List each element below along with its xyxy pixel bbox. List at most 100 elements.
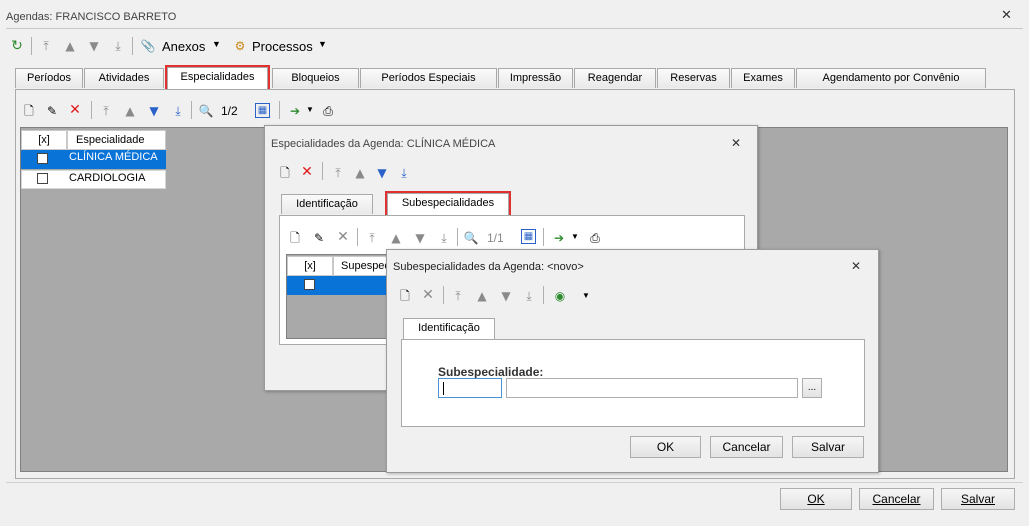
edit-icon[interactable]: ✎ [44, 103, 60, 119]
last-record-icon[interactable]: ⤓ [521, 288, 537, 304]
subespecialidade-description-input[interactable] [506, 378, 798, 398]
grid-header-check[interactable]: [x] [21, 130, 67, 150]
dialog-title: Especialidades da Agenda: CLÍNICA MÉDICA [271, 138, 496, 150]
dialog-cancel-button[interactable]: Cancelar [710, 436, 783, 458]
globe-icon[interactable]: ◉ [552, 288, 568, 304]
paperclip-icon: 📎 [140, 39, 156, 53]
chevron-down-icon[interactable]: ▼ [306, 105, 314, 114]
window-title: Agendas: FRANCISCO BARRETO [6, 11, 177, 23]
grid-header-especialidade[interactable]: Especialidade [67, 130, 166, 150]
tab-agendamento-convenio[interactable]: Agendamento por Convênio [796, 68, 986, 88]
tab-identificacao[interactable]: Identificação [403, 318, 495, 340]
next-record-icon[interactable]: ▼ [374, 165, 390, 181]
toolbar-separator [457, 228, 458, 246]
pager-label: 1/2 [221, 104, 238, 118]
toolbar-separator [31, 37, 32, 55]
last-record-icon[interactable]: ⤓ [436, 230, 452, 246]
toolbar-separator [543, 228, 544, 246]
row-checkbox[interactable] [37, 153, 48, 164]
close-icon[interactable]: ✕ [851, 259, 861, 273]
close-icon[interactable]: ✕ [1001, 8, 1012, 23]
close-icon[interactable]: ✕ [731, 136, 741, 150]
toolbar-separator [91, 101, 92, 119]
grid-header-subespecialidade[interactable]: Supespec [333, 256, 393, 276]
toolbar-separator [322, 162, 323, 180]
cancel-button[interactable]: Cancelar [859, 488, 934, 510]
next-record-icon[interactable]: ▼ [146, 103, 162, 119]
new-document-icon[interactable]: 🗋 [277, 165, 293, 181]
tab-periodos-especiais[interactable]: Períodos Especiais [360, 68, 497, 88]
toolbar-separator [191, 101, 192, 119]
row-especialidade: CARDIOLOGIA [69, 172, 146, 184]
next-record-icon[interactable]: ▼ [86, 38, 102, 54]
new-document-icon[interactable]: 🗋 [21, 103, 37, 119]
tab-impressao[interactable]: Impressão [498, 68, 573, 88]
first-record-icon[interactable]: ⤒ [364, 230, 380, 246]
last-record-icon[interactable]: ⤓ [110, 38, 126, 54]
previous-record-icon[interactable]: ▲ [388, 230, 404, 246]
toolbar-separator [357, 228, 358, 246]
first-record-icon[interactable]: ⤒ [38, 38, 54, 54]
previous-record-icon[interactable]: ▲ [352, 165, 368, 181]
tab-identificacao[interactable]: Identificação [281, 194, 373, 214]
export-arrow-icon[interactable]: ➔ [287, 103, 303, 119]
toolbar-separator [132, 37, 133, 55]
calendar-icon[interactable]: ▦ [255, 103, 270, 118]
toolbar-separator [279, 101, 280, 119]
browse-button[interactable]: ... [802, 378, 822, 398]
refresh-icon[interactable]: ↻ [9, 38, 25, 54]
grid-header-check[interactable]: [x] [287, 256, 333, 276]
chevron-down-icon[interactable]: ▼ [582, 291, 590, 300]
chevron-down-icon[interactable]: ▼ [571, 232, 579, 241]
row-especialidade: CLÍNICA MÉDICA [69, 151, 158, 163]
previous-record-icon[interactable]: ▲ [62, 38, 78, 54]
printer-icon[interactable]: ⎙ [587, 230, 603, 246]
chevron-down-icon[interactable]: ▼ [318, 39, 327, 49]
ok-button[interactable]: OK [780, 488, 852, 510]
first-record-icon[interactable]: ⤒ [98, 103, 114, 119]
tab-reservas[interactable]: Reservas [657, 68, 730, 88]
pager-label: 1/1 [487, 231, 504, 245]
dialog-title: Subespecialidades da Agenda: <novo> [393, 261, 584, 273]
new-document-icon[interactable]: 🗋 [397, 288, 413, 304]
delete-icon[interactable]: ✕ [335, 229, 351, 245]
row-checkbox[interactable] [37, 173, 48, 184]
first-record-icon[interactable]: ⤒ [330, 165, 346, 181]
next-record-icon[interactable]: ▼ [412, 230, 428, 246]
delete-icon[interactable]: ✕ [299, 164, 315, 180]
tab-periodos[interactable]: Períodos [15, 68, 83, 88]
binoculars-icon[interactable]: 🔍 [198, 103, 214, 119]
new-document-icon[interactable]: 🗋 [287, 230, 303, 246]
chevron-down-icon[interactable]: ▼ [212, 39, 221, 49]
dialog-ok-button[interactable]: OK [630, 436, 701, 458]
edit-icon[interactable]: ✎ [311, 230, 327, 246]
printer-icon[interactable]: ⎙ [320, 103, 336, 119]
previous-record-icon[interactable]: ▲ [474, 288, 490, 304]
toolbar-separator [443, 286, 444, 304]
tab-exames[interactable]: Exames [731, 68, 795, 88]
previous-record-icon[interactable]: ▲ [122, 103, 138, 119]
tab-reagendar[interactable]: Reagendar [574, 68, 656, 88]
processos-button[interactable]: Processos [252, 39, 313, 54]
last-record-icon[interactable]: ⤓ [170, 103, 186, 119]
tab-atividades[interactable]: Atividades [84, 68, 164, 88]
anexos-button[interactable]: Anexos [162, 39, 205, 54]
last-record-icon[interactable]: ⤓ [396, 165, 412, 181]
subespecialidade-label: Subespecialidade: [438, 365, 544, 379]
tab-especialidades[interactable]: Especialidades [165, 65, 270, 91]
row-checkbox[interactable] [304, 279, 315, 290]
footer-divider [6, 482, 1023, 483]
delete-icon[interactable]: ✕ [67, 102, 83, 118]
binoculars-icon[interactable]: 🔍 [463, 230, 479, 246]
export-arrow-icon[interactable]: ➔ [551, 230, 567, 246]
calendar-icon[interactable]: ▦ [521, 229, 536, 244]
save-button[interactable]: Salvar [941, 488, 1015, 510]
first-record-icon[interactable]: ⤒ [450, 288, 466, 304]
dialog-save-button[interactable]: Salvar [792, 436, 864, 458]
tab-subespecialidades[interactable]: Subespecialidades [385, 191, 511, 217]
tab-bloqueios[interactable]: Bloqueios [272, 68, 359, 88]
next-record-icon[interactable]: ▼ [498, 288, 514, 304]
subespecialidade-code-input[interactable] [438, 378, 502, 398]
text-cursor [443, 382, 444, 395]
delete-icon[interactable]: ✕ [420, 287, 436, 303]
